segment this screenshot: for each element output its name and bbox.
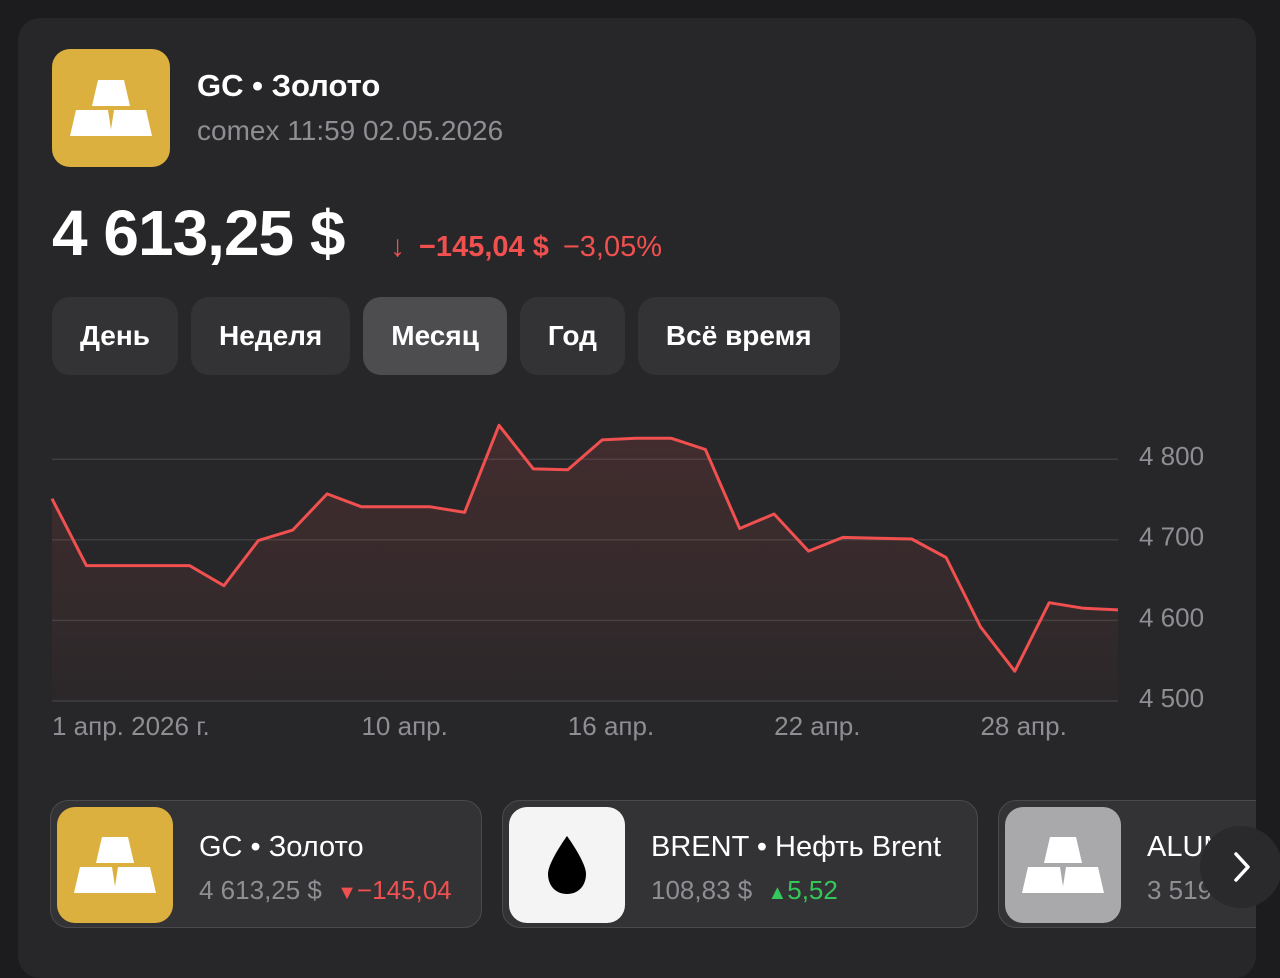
tile-brent[interactable]: BRENT • Нефть Brent 108,83 $ ▲5,52 xyxy=(502,800,978,928)
triangle-down-icon: ▼ xyxy=(337,882,357,904)
gold-bars-icon xyxy=(52,49,170,167)
x-tick-label: 22 апр. xyxy=(774,711,860,741)
y-tick-label: 4 600 xyxy=(1139,602,1204,632)
carousel-next-button[interactable] xyxy=(1200,826,1280,908)
arrow-down-icon: ↓ xyxy=(390,230,405,263)
tile-name: BRENT • Нефть Brent xyxy=(651,831,942,863)
change-percent: −3,05% xyxy=(562,230,662,263)
tile-quote: 4 613,25 $ ▼−145,04 xyxy=(199,875,452,906)
change-absolute: −145,04 $ xyxy=(419,230,549,263)
period-tabs: День Неделя Месяц Год Всё время xyxy=(52,297,840,375)
tile-gold[interactable]: GC • Золото 4 613,25 $ ▼−145,04 xyxy=(50,800,482,928)
gold-bars-icon xyxy=(57,807,173,923)
instrument-title: GC • Золото xyxy=(197,68,381,103)
exchange-timestamp: comex 11:59 02.05.2026 xyxy=(197,115,504,146)
triangle-up-icon: ▲ xyxy=(767,882,788,904)
instrument-carousel: GC • Золото 4 613,25 $ ▼−145,04 BRENT • … xyxy=(50,800,1256,930)
x-tick-label: 1 апр. 2026 г. xyxy=(52,711,210,741)
chevron-right-icon xyxy=(1234,852,1250,882)
tab-all-time[interactable]: Всё время xyxy=(637,297,840,375)
tile-change: 5,52 xyxy=(787,875,838,905)
y-tick-label: 4 700 xyxy=(1139,522,1204,552)
tab-week[interactable]: Неделя xyxy=(191,297,351,375)
x-tick-label: 16 апр. xyxy=(568,711,654,741)
chart-area xyxy=(52,425,1118,701)
aluminium-bars-icon xyxy=(1005,807,1121,923)
tile-name: GC • Золото xyxy=(199,831,364,863)
tile-quote: 108,83 $ ▲5,52 xyxy=(651,875,838,906)
current-price: 4 613,25 $ xyxy=(52,197,345,269)
x-tick-label: 28 апр. xyxy=(980,711,1066,741)
price-change: ↓ −145,04 $ −3,05% xyxy=(390,230,662,264)
x-tick-label: 10 апр. xyxy=(361,711,447,741)
oil-drop-icon xyxy=(509,807,625,923)
tile-price: 108,83 $ xyxy=(651,875,753,905)
price-chart[interactable]: 4 800 4 700 4 600 4 500 1 апр. 2026 г. 10 ап… xyxy=(0,400,1280,760)
y-tick-label: 4 800 xyxy=(1139,441,1204,471)
tile-change: −145,04 xyxy=(356,875,452,905)
y-tick-label: 4 500 xyxy=(1139,683,1204,713)
tile-price: 4 613,25 $ xyxy=(199,875,322,905)
tab-month[interactable]: Месяц xyxy=(363,297,507,375)
tab-day[interactable]: День xyxy=(52,297,178,375)
tab-year[interactable]: Год xyxy=(519,297,625,375)
